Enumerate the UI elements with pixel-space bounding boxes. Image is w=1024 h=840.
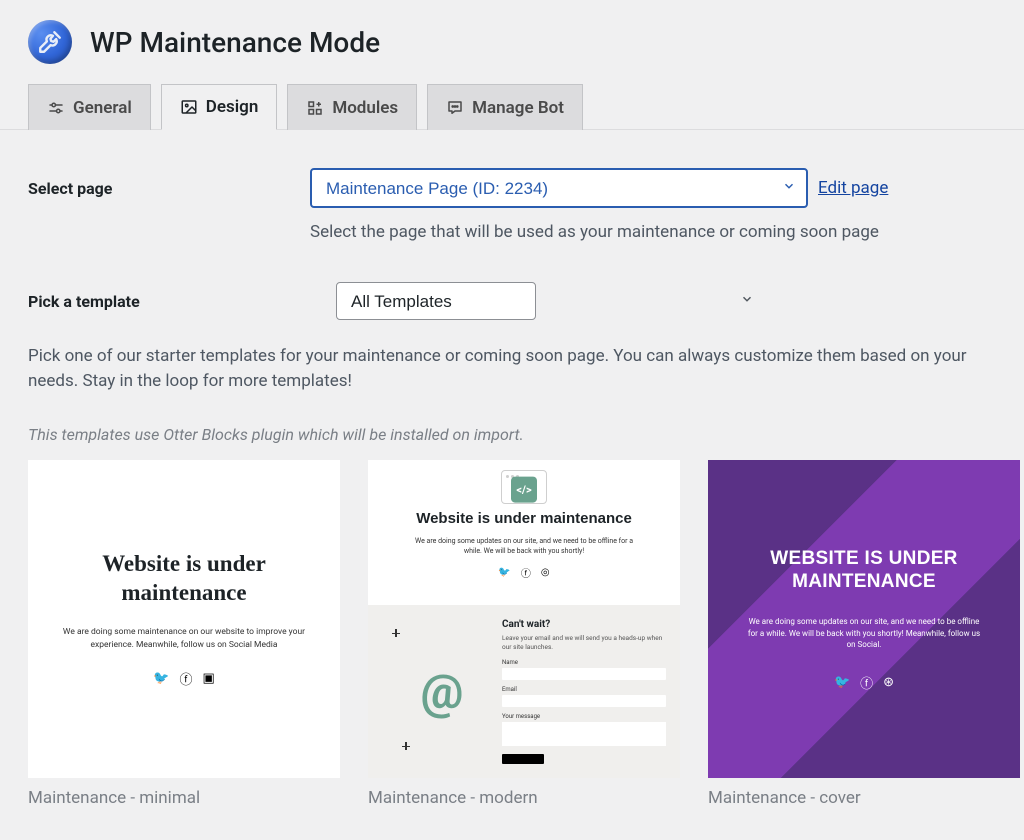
instagram-icon: ◎	[541, 567, 550, 578]
linkedin-icon: ▣	[202, 671, 214, 686]
at-sign-icon: @	[420, 663, 463, 720]
edit-page-link[interactable]: Edit page	[818, 178, 888, 198]
preview-heading: Website is under maintenance	[416, 510, 632, 529]
tab-label: Design	[206, 97, 259, 117]
select-page-help: Select the page that will be used as you…	[310, 222, 996, 242]
template-card-cover[interactable]: WEBSITE IS UNDER MAINTENANCE We are doin…	[708, 460, 1020, 808]
plugin-logo-icon	[28, 20, 72, 64]
sliders-icon	[47, 99, 65, 117]
browser-frame-icon: </>	[501, 470, 547, 504]
twitter-icon: 🐦	[153, 671, 169, 686]
preview-social-icons: 🐦 ⓕ ▣	[153, 669, 215, 688]
pick-template-label: Pick a template	[28, 292, 140, 311]
template-name: Maintenance - cover	[708, 788, 1020, 808]
page-header: WP Maintenance Mode	[0, 0, 1024, 84]
chevron-down-icon	[740, 292, 754, 310]
preview-body: We are doing some updates on our site, a…	[368, 537, 680, 557]
preview-heading: Website is under maintenance	[58, 550, 310, 608]
dribbble-icon: ⊛	[883, 675, 894, 690]
template-name: Maintenance - minimal	[28, 788, 340, 808]
tab-design[interactable]: Design	[161, 84, 278, 130]
facebook-icon: ⓕ	[860, 673, 873, 692]
preview-send-button	[502, 754, 544, 764]
grid-add-icon	[306, 99, 324, 117]
facebook-icon: ⓕ	[521, 565, 531, 580]
template-thumbnail: </> Website is under maintenance We are …	[368, 460, 680, 778]
preview-body: We are doing some updates on our site, a…	[738, 616, 990, 651]
facebook-icon: ⓕ	[179, 669, 192, 688]
tab-manage-bot[interactable]: Manage Bot	[427, 84, 583, 130]
preview-label-name: Name	[502, 659, 666, 666]
preview-body: We are doing some maintenance on our web…	[58, 626, 310, 652]
twitter-icon: 🐦	[498, 567, 510, 578]
otter-notice: This templates use Otter Blocks plugin w…	[28, 425, 996, 444]
preview-form-heading: Can't wait?	[502, 619, 666, 630]
template-category-select[interactable]: All Templates	[336, 282, 536, 320]
tab-label: Manage Bot	[472, 98, 564, 118]
preview-label-message: Your message	[502, 713, 666, 720]
template-description: Pick one of our starter templates for yo…	[28, 344, 996, 393]
select-page-label: Select page	[28, 179, 310, 198]
image-icon	[180, 98, 198, 116]
preview-social-icons: 🐦 ⓕ ◎	[498, 565, 549, 580]
template-thumbnail: Website is under maintenance We are doin…	[28, 460, 340, 778]
tab-label: Modules	[332, 98, 398, 118]
page-select[interactable]: Maintenance Page (ID: 2234)	[310, 168, 808, 208]
preview-social-icons: 🐦 ⓕ ⊛	[834, 673, 894, 692]
preview-heading: WEBSITE IS UNDER MAINTENANCE	[738, 547, 990, 595]
preview-form-sub: Leave your email and we will send you a …	[502, 634, 666, 651]
code-badge-icon: </>	[511, 477, 537, 503]
preview-label-email: Email	[502, 686, 666, 693]
tabs-bar: General Design Modules Manage Bot	[0, 84, 1024, 130]
template-name: Maintenance - modern	[368, 788, 680, 808]
chat-icon	[446, 99, 464, 117]
template-card-minimal[interactable]: Website is under maintenance We are doin…	[28, 460, 340, 808]
template-card-modern[interactable]: </> Website is under maintenance We are …	[368, 460, 680, 808]
tab-label: General	[73, 98, 132, 118]
page-title: WP Maintenance Mode	[90, 26, 380, 59]
twitter-icon: 🐦	[834, 675, 850, 690]
tab-modules[interactable]: Modules	[287, 84, 417, 130]
template-thumbnail: WEBSITE IS UNDER MAINTENANCE We are doin…	[708, 460, 1020, 778]
tab-general[interactable]: General	[28, 84, 151, 130]
